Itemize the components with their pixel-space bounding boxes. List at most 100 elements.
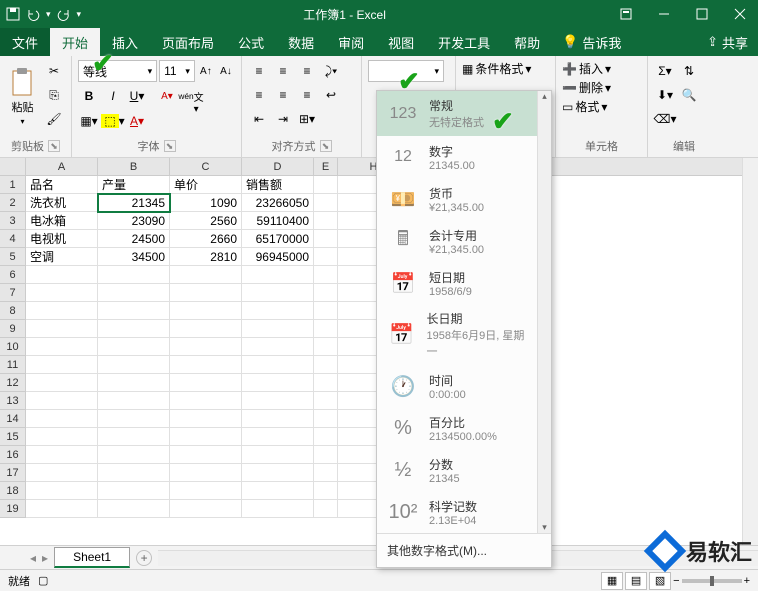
cell[interactable] xyxy=(26,320,98,338)
cell[interactable] xyxy=(314,446,338,464)
increase-indent-button[interactable]: ⇥ xyxy=(272,108,294,130)
cell[interactable] xyxy=(314,212,338,230)
select-all-corner[interactable] xyxy=(0,158,26,175)
cell[interactable] xyxy=(26,464,98,482)
cell[interactable]: 单价 xyxy=(170,176,242,194)
cell[interactable] xyxy=(242,392,314,410)
merge-button[interactable]: ⊞▾ xyxy=(296,108,318,130)
cell[interactable] xyxy=(314,374,338,392)
cell[interactable]: 23266050 xyxy=(242,194,314,212)
cell[interactable] xyxy=(26,446,98,464)
cell[interactable]: 洗衣机 xyxy=(26,194,98,212)
cell[interactable] xyxy=(242,320,314,338)
undo-icon[interactable] xyxy=(26,7,40,21)
row-header[interactable]: 4 xyxy=(0,230,26,248)
cell[interactable] xyxy=(242,482,314,500)
cell[interactable] xyxy=(314,356,338,374)
page-break-view-button[interactable]: ▧ xyxy=(649,572,671,590)
cell[interactable] xyxy=(26,302,98,320)
cell[interactable] xyxy=(26,500,98,518)
autosum-button[interactable]: Σ▾ xyxy=(654,60,676,82)
cell[interactable]: 空调 xyxy=(26,248,98,266)
cell[interactable] xyxy=(26,338,98,356)
cell[interactable] xyxy=(98,428,170,446)
cell[interactable] xyxy=(314,302,338,320)
cell[interactable] xyxy=(242,428,314,446)
font-name-combo[interactable]: 等线▾ xyxy=(78,60,157,82)
font-size-combo[interactable]: 11▾ xyxy=(159,60,195,82)
decrease-indent-button[interactable]: ⇤ xyxy=(248,108,270,130)
cell[interactable] xyxy=(98,446,170,464)
cell[interactable] xyxy=(242,266,314,284)
cell[interactable] xyxy=(314,194,338,212)
delete-cells-button[interactable]: ➖删除 ▾ xyxy=(562,79,641,96)
row-header[interactable]: 9 xyxy=(0,320,26,338)
align-center-button[interactable]: ≡ xyxy=(272,84,294,106)
decrease-font-button[interactable]: A↓ xyxy=(217,60,235,82)
bold-button[interactable]: B xyxy=(78,85,100,107)
tab-formulas[interactable]: 公式 xyxy=(226,28,276,56)
cell[interactable]: 电视机 xyxy=(26,230,98,248)
tab-data[interactable]: 数据 xyxy=(276,28,326,56)
row-header[interactable]: 13 xyxy=(0,392,26,410)
cell[interactable] xyxy=(314,500,338,518)
zoom-in-button[interactable]: + xyxy=(744,575,750,587)
cell[interactable] xyxy=(26,482,98,500)
cell[interactable] xyxy=(170,428,242,446)
row-header[interactable]: 3 xyxy=(0,212,26,230)
cell[interactable] xyxy=(314,230,338,248)
cell[interactable] xyxy=(242,446,314,464)
cell[interactable] xyxy=(170,500,242,518)
wrap-text-button[interactable]: ↩ xyxy=(320,84,342,106)
cell[interactable] xyxy=(170,410,242,428)
cell[interactable] xyxy=(314,176,338,194)
align-right-button[interactable]: ≡ xyxy=(296,84,318,106)
tab-view[interactable]: 视图 xyxy=(376,28,426,56)
cell[interactable]: 产量 xyxy=(98,176,170,194)
format-option[interactable]: 🖩会计专用¥21,345.00 xyxy=(377,220,537,262)
clear-button[interactable]: ⌫▾ xyxy=(654,108,676,130)
cell[interactable]: 电冰箱 xyxy=(26,212,98,230)
tab-help[interactable]: 帮助 xyxy=(502,28,552,56)
fill-button[interactable]: ⬇▾ xyxy=(654,84,676,106)
cell[interactable] xyxy=(170,266,242,284)
font-color-a-button[interactable]: A▾ xyxy=(156,85,178,107)
align-top-button[interactable]: ≡ xyxy=(248,60,270,82)
row-header[interactable]: 2 xyxy=(0,194,26,212)
phonetic-button[interactable]: wén文▾ xyxy=(180,85,202,107)
tab-nav-prev-icon[interactable]: ◂ xyxy=(30,551,36,565)
align-middle-button[interactable]: ≡ xyxy=(272,60,294,82)
maximize-button[interactable] xyxy=(684,0,720,28)
align-left-button[interactable]: ≡ xyxy=(248,84,270,106)
tab-file[interactable]: 文件 xyxy=(0,28,50,56)
cell[interactable]: 1090 xyxy=(170,194,242,212)
align-launcher[interactable]: ⬊ xyxy=(320,140,332,152)
cell[interactable] xyxy=(170,320,242,338)
cell[interactable] xyxy=(242,500,314,518)
cell[interactable] xyxy=(314,428,338,446)
format-option[interactable]: 🕐时间0:00:00 xyxy=(377,365,537,407)
cell[interactable]: 21345 xyxy=(98,194,170,212)
tab-dev[interactable]: 开发工具 xyxy=(426,28,502,56)
clipboard-launcher[interactable]: ⬊ xyxy=(48,140,60,152)
format-option[interactable]: 12数字21345.00 xyxy=(377,136,537,178)
cell[interactable] xyxy=(98,482,170,500)
cell[interactable] xyxy=(98,338,170,356)
cell[interactable] xyxy=(170,392,242,410)
cell[interactable] xyxy=(314,482,338,500)
cell[interactable]: 34500 xyxy=(98,248,170,266)
col-header[interactable]: E xyxy=(314,158,338,175)
cell[interactable] xyxy=(98,410,170,428)
cell[interactable] xyxy=(314,410,338,428)
share-button[interactable]: ⇪共享 xyxy=(707,33,748,52)
more-number-formats[interactable]: 其他数字格式(M)... xyxy=(377,533,551,567)
cell[interactable]: 2810 xyxy=(170,248,242,266)
cell[interactable] xyxy=(314,338,338,356)
format-option[interactable]: 📅长日期1958年6月9日, 星期一 xyxy=(377,304,537,365)
format-option[interactable]: 10²科学记数2.13E+04 xyxy=(377,491,537,533)
cell[interactable] xyxy=(26,410,98,428)
cell[interactable] xyxy=(26,392,98,410)
format-painter-button[interactable]: 🖌 xyxy=(43,108,65,130)
cell[interactable] xyxy=(170,446,242,464)
row-header[interactable]: 1 xyxy=(0,176,26,194)
